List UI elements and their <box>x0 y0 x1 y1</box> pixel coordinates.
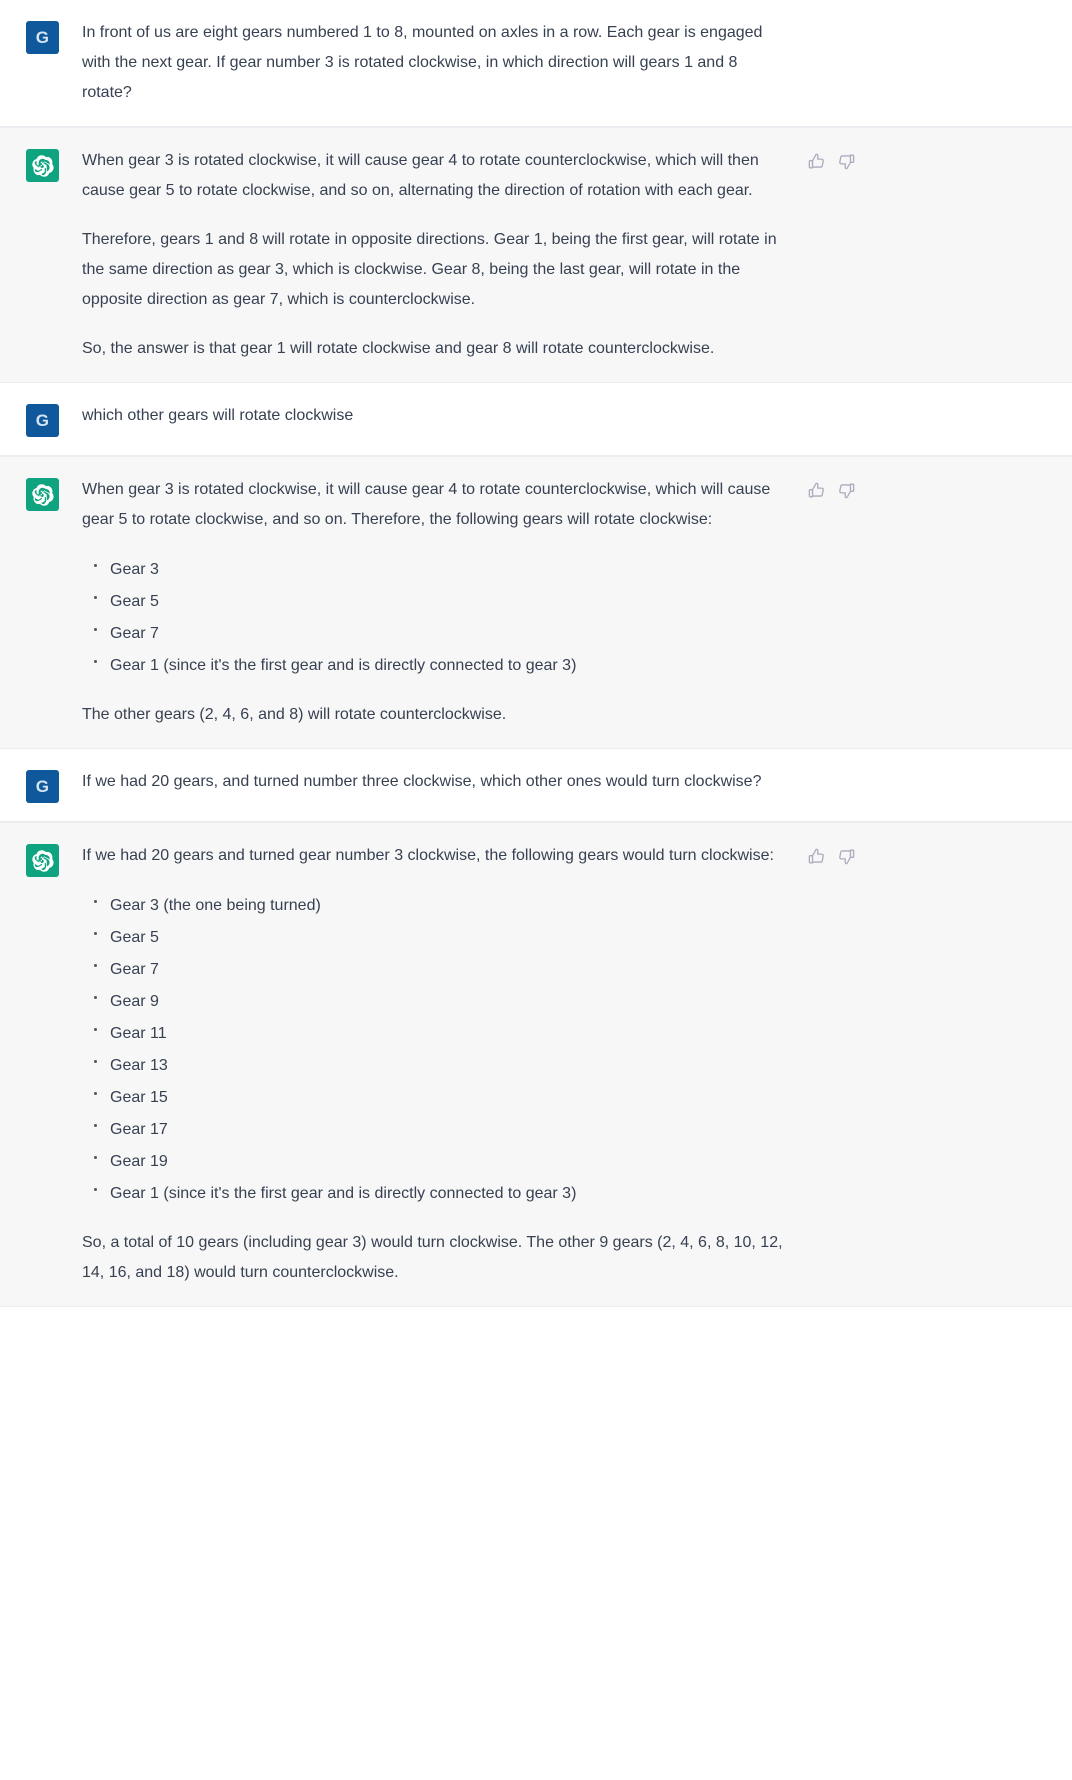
thumbs-down-icon[interactable] <box>837 847 856 866</box>
list-item: Gear 19 <box>94 1146 787 1177</box>
user-avatar: G <box>26 404 59 437</box>
paragraph-intro: When gear 3 is rotated clockwise, it wil… <box>82 481 771 528</box>
thumbs-up-icon[interactable] <box>807 152 826 171</box>
list-item: Gear 5 <box>94 922 787 953</box>
list-item: Gear 7 <box>94 618 787 649</box>
list-item: Gear 1 (since it's the first gear and is… <box>94 1178 787 1209</box>
message-text: If we had 20 gears, and turned number th… <box>82 767 787 797</box>
openai-logo-icon <box>26 149 59 182</box>
assistant-message-turn: When gear 3 is rotated clockwise, it wil… <box>0 127 1072 383</box>
paragraph: So, the answer is that gear 1 will rotat… <box>82 340 715 357</box>
user-avatar: G <box>26 21 59 54</box>
list-item: Gear 5 <box>94 586 787 617</box>
turn-content: If we had 20 gears and turned gear numbe… <box>0 823 1072 1306</box>
feedback-actions <box>807 152 856 171</box>
list-item: Gear 15 <box>94 1082 787 1113</box>
list-item: Gear 3 (the one being turned) <box>94 890 787 921</box>
openai-logo-icon <box>26 844 59 877</box>
message-text: When gear 3 is rotated clockwise, it wil… <box>82 146 787 364</box>
list-item: Gear 17 <box>94 1114 787 1145</box>
turn-content: G If we had 20 gears, and turned number t… <box>0 749 1072 821</box>
message-text: If we had 20 gears and turned gear numbe… <box>82 841 787 1288</box>
assistant-message-turn: When gear 3 is rotated clockwise, it wil… <box>0 456 1072 749</box>
thumbs-down-icon[interactable] <box>837 152 856 171</box>
paragraph: When gear 3 is rotated clockwise, it wil… <box>82 152 759 199</box>
list-item: Gear 9 <box>94 986 787 1017</box>
paragraph-intro: If we had 20 gears and turned gear numbe… <box>82 847 774 864</box>
assistant-message-turn: If we had 20 gears and turned gear numbe… <box>0 822 1072 1307</box>
list-item: Gear 11 <box>94 1018 787 1049</box>
bullet-list: Gear 3 Gear 5 Gear 7 Gear 1 (since it's the… <box>82 554 787 681</box>
paragraph: In front of us are eight gears numbered … <box>82 24 763 101</box>
turn-content: G In front of us are eight gears numbered… <box>0 0 1072 126</box>
message-text: When gear 3 is rotated clockwise, it wil… <box>82 475 787 730</box>
list-item: Gear 13 <box>94 1050 787 1081</box>
user-message-turn: Gwhich other gears will rotate clockwise <box>0 383 1072 456</box>
message-text: In front of us are eight gears numbered … <box>82 18 787 108</box>
thumbs-down-icon[interactable] <box>837 481 856 500</box>
paragraph: which other gears will rotate clockwise <box>82 407 354 424</box>
turn-content: When gear 3 is rotated clockwise, it wil… <box>0 457 1072 748</box>
list-item: Gear 3 <box>94 554 787 585</box>
openai-logo-icon <box>26 478 59 511</box>
conversation-thread: G In front of us are eight gears numbered… <box>0 0 1072 1307</box>
thumbs-up-icon[interactable] <box>807 847 826 866</box>
paragraph-outro: The other gears (2, 4, 6, and 8) will ro… <box>82 706 507 723</box>
message-text: which other gears will rotate clockwise <box>82 401 787 431</box>
feedback-actions <box>807 847 856 866</box>
thumbs-up-icon[interactable] <box>807 481 826 500</box>
turn-content: When gear 3 is rotated clockwise, it wil… <box>0 128 1072 382</box>
list-item: Gear 7 <box>94 954 787 985</box>
user-message-turn: G In front of us are eight gears numbered… <box>0 0 1072 127</box>
feedback-actions <box>807 481 856 500</box>
list-item: Gear 1 (since it's the first gear and is… <box>94 650 787 681</box>
paragraph: Therefore, gears 1 and 8 will rotate in … <box>82 231 777 308</box>
bullet-list: Gear 3 (the one being turned) Gear 5 Gear … <box>82 890 787 1209</box>
user-message-turn: G If we had 20 gears, and turned number t… <box>0 749 1072 822</box>
paragraph-outro: So, a total of 10 gears (including gear … <box>82 1234 783 1281</box>
user-avatar: G <box>26 770 59 803</box>
paragraph: If we had 20 gears, and turned number th… <box>82 773 762 790</box>
turn-content: Gwhich other gears will rotate clockwise <box>0 383 1072 455</box>
